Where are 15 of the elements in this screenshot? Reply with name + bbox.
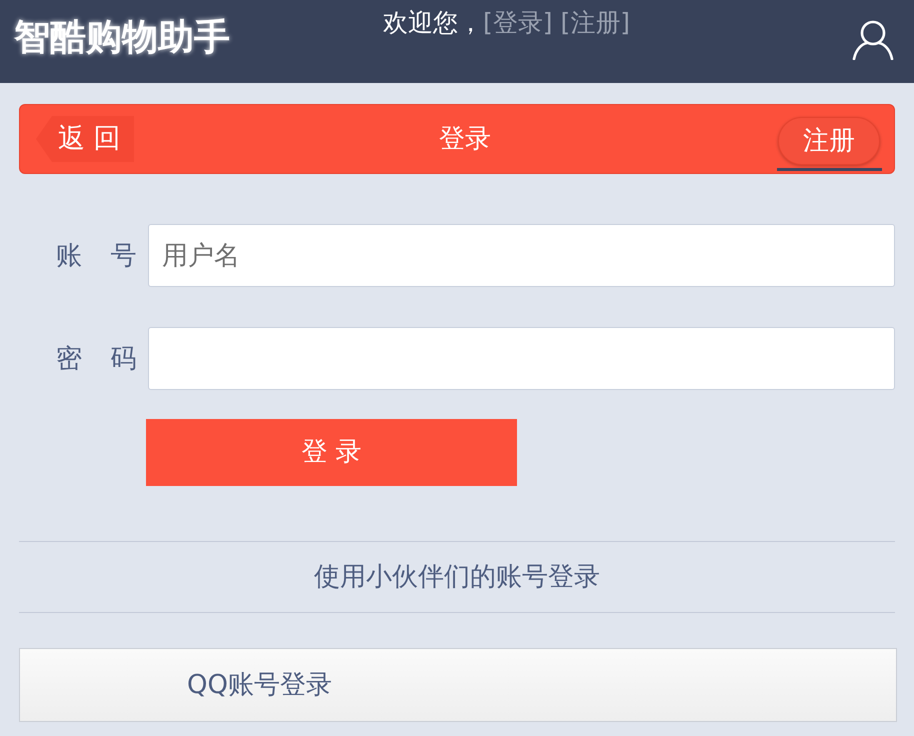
nav-title: 登录 <box>439 123 491 156</box>
header-link[interactable]: [登录] <box>483 6 553 40</box>
field-label: 密 码 <box>56 342 148 376</box>
welcome-text: 欢迎您， <box>383 7 483 39</box>
back-button[interactable]: 返 回 <box>36 116 134 162</box>
login-button[interactable]: 登 录 <box>146 419 517 486</box>
input-field[interactable]: 用户名 <box>148 224 895 287</box>
header-link[interactable]: [注册] <box>560 6 630 40</box>
register-button[interactable]: 注册 <box>778 117 880 165</box>
partner-login-heading: 使用小伙伴们的账号登录 <box>314 561 600 594</box>
qq-login-button[interactable]: QQ账号登录 <box>19 648 897 722</box>
app-title: 智酷购物助手 <box>14 16 230 60</box>
field-label: 账 号 <box>56 240 148 272</box>
input-field[interactable] <box>148 327 895 390</box>
user-icon[interactable] <box>852 20 894 60</box>
